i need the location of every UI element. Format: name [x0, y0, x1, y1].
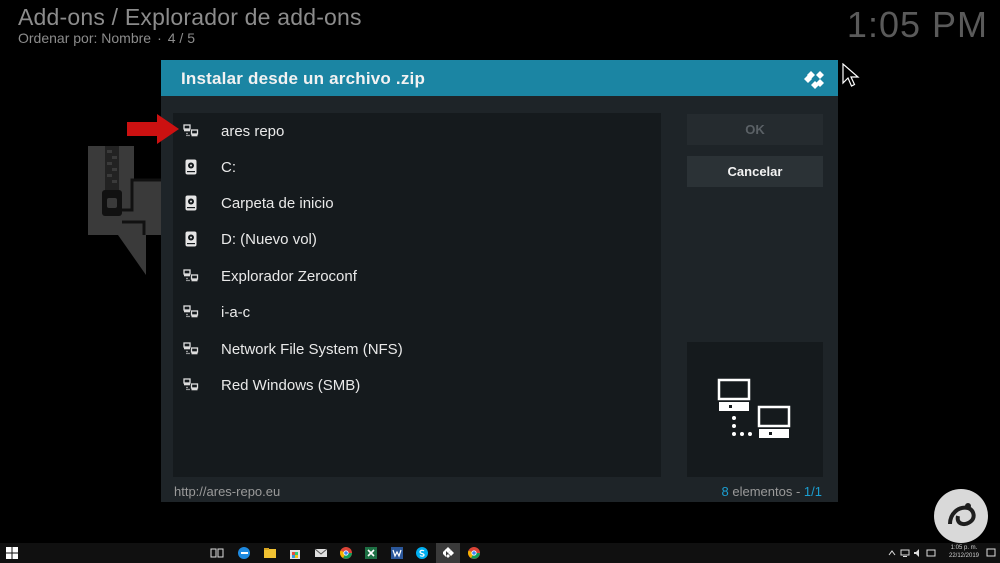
list-item[interactable]: Network File System (NFS)	[173, 331, 661, 367]
speaker-icon[interactable]	[913, 548, 923, 558]
notifications-icon[interactable]	[986, 548, 996, 558]
network-icon	[183, 304, 199, 320]
hard-drive-icon	[183, 159, 199, 175]
hard-drive-icon	[183, 231, 199, 247]
chevron-up-icon[interactable]	[887, 548, 897, 558]
network-icon	[183, 341, 199, 357]
cancel-button[interactable]: Cancelar	[687, 156, 823, 187]
item-count-text: elementos -	[728, 484, 804, 499]
page-indicator: 1/1	[803, 484, 822, 499]
dialog-titlebar: Instalar desde un archivo .zip	[161, 60, 838, 96]
sort-label: Ordenar por: Nombre	[18, 30, 152, 46]
taskbar-date[interactable]: 22/12/2019	[942, 552, 986, 560]
edge-browser-icon[interactable]	[237, 546, 251, 560]
solvetic-watermark-icon	[934, 489, 988, 543]
word-icon[interactable]	[390, 546, 404, 560]
install-from-zip-dialog: Instalar desde un archivo .zip ares repo…	[161, 60, 838, 502]
source-list[interactable]: ares repo C: Carpeta de inicio D: (Nuevo…	[173, 113, 661, 477]
list-item-label: C:	[221, 158, 236, 176]
list-item[interactable]: Carpeta de inicio	[173, 185, 661, 221]
ok-button[interactable]: OK	[687, 114, 823, 145]
breadcrumb: Add-ons / Explorador de add-ons	[18, 4, 362, 30]
list-item[interactable]: Red Windows (SMB)	[173, 367, 661, 403]
network-icon	[183, 123, 199, 139]
taskbar-time[interactable]: 1:05 p. m.	[942, 544, 986, 552]
file-explorer-icon[interactable]	[263, 546, 277, 560]
sort-separator: ·	[157, 30, 162, 46]
list-item-label: Explorador Zeroconf	[221, 267, 357, 285]
list-item-label: ares repo	[221, 122, 285, 140]
chrome-alt-icon[interactable]	[467, 546, 481, 560]
windows-taskbar: 1:05 p. m. 22/12/2019	[0, 543, 1000, 563]
network-tray-icon[interactable]	[900, 548, 910, 558]
list-item-label: D: (Nuevo vol)	[221, 230, 317, 248]
language-icon[interactable]	[926, 548, 936, 558]
list-item-label: Network File System (NFS)	[221, 340, 403, 358]
task-view-icon[interactable]	[210, 546, 224, 560]
list-item-label: i-a-c	[221, 303, 251, 321]
skype-icon[interactable]	[415, 546, 429, 560]
footer-path: http://ares-repo.eu	[174, 484, 281, 499]
sort-info[interactable]: Ordenar por: Nombre · 4 / 5	[18, 30, 195, 46]
kodi-header: Add-ons / Explorador de add-ons Ordenar …	[0, 0, 1000, 56]
item-count: 8 elementos - 1/1	[722, 484, 822, 499]
list-item-label: Red Windows (SMB)	[221, 376, 361, 394]
list-item[interactable]: Explorador Zeroconf	[173, 258, 661, 294]
dialog-footer: http://ares-repo.eu 8 elementos - 1/1	[161, 480, 838, 502]
list-item[interactable]: C:	[173, 149, 661, 185]
red-arrow-icon	[127, 114, 179, 144]
item-position: 4 / 5	[167, 30, 195, 46]
hard-drive-icon	[183, 195, 199, 211]
network-icon	[183, 377, 199, 393]
list-item-label: Carpeta de inicio	[221, 194, 334, 212]
network-icon	[183, 268, 199, 284]
mail-icon[interactable]	[314, 546, 328, 560]
list-item[interactable]: D: (Nuevo vol)	[173, 221, 661, 257]
chrome-icon[interactable]	[339, 546, 353, 560]
dialog-title: Instalar desde un archivo .zip	[181, 69, 426, 88]
zip-file-icon	[88, 146, 164, 275]
store-icon[interactable]	[288, 546, 302, 560]
list-item[interactable]: i-a-c	[173, 294, 661, 330]
preview-panel	[687, 342, 823, 477]
list-item[interactable]: ares repo	[173, 113, 661, 149]
kodi-logo-icon	[804, 71, 824, 89]
windows-start-icon[interactable]	[6, 547, 18, 559]
clock: 1:05 PM	[846, 4, 988, 45]
item-count-number: 8	[721, 484, 729, 499]
excel-icon[interactable]	[364, 546, 378, 560]
kodi-taskbar-icon[interactable]	[441, 546, 455, 560]
mouse-pointer-icon	[842, 63, 860, 87]
network-preview-icon	[717, 378, 791, 438]
